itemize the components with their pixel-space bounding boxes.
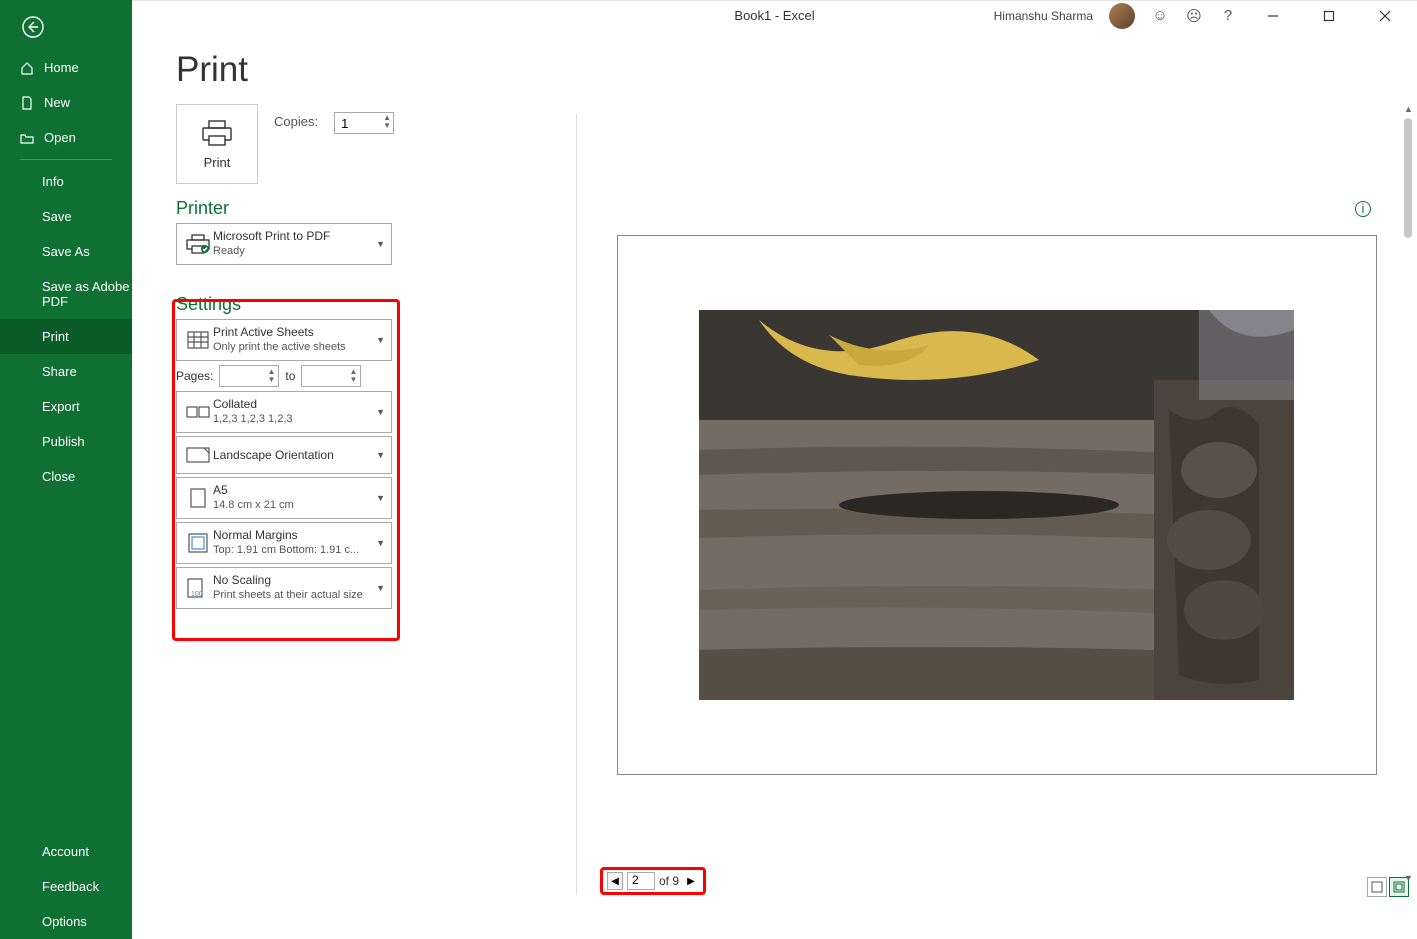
print-button-label: Print — [204, 155, 231, 170]
sidebar-label: Home — [44, 60, 79, 75]
sidebar-item-publish[interactable]: Publish — [0, 424, 132, 459]
pages-range: Pages: ▲▼ to ▲▼ — [176, 365, 392, 387]
sidebar-item-saveas[interactable]: Save As — [0, 234, 132, 269]
copies-label: Copies: — [274, 104, 318, 129]
sidebar-item-open[interactable]: Open — [0, 120, 132, 155]
sidebar-item-close[interactable]: Close — [0, 459, 132, 494]
next-page-button[interactable]: ▶ — [683, 872, 699, 890]
close-button[interactable] — [1365, 2, 1405, 30]
printer-select[interactable]: Microsoft Print to PDF Ready ▼ — [176, 223, 392, 265]
sidebar-item-options[interactable]: Options — [0, 904, 132, 939]
back-button[interactable] — [0, 0, 132, 50]
page-total: of 9 — [659, 874, 679, 888]
print-button[interactable]: Print — [176, 104, 258, 184]
copies-input[interactable]: 1 ▲▼ — [334, 112, 394, 134]
maximize-button[interactable] — [1309, 2, 1349, 30]
chevron-down-icon: ▼ — [376, 538, 385, 548]
landscape-icon — [183, 447, 213, 463]
settings-section-title: Settings — [176, 294, 241, 315]
sidebar-item-new[interactable]: New — [0, 85, 132, 120]
sidebar-item-save[interactable]: Save — [0, 199, 132, 234]
scaling-select[interactable]: 100 No ScalingPrint sheets at their actu… — [176, 567, 392, 609]
printer-name: Microsoft Print to PDF — [213, 229, 385, 244]
print-scope-select[interactable]: Print Active SheetsOnly print the active… — [176, 319, 392, 361]
sidebar-item-print[interactable]: Print — [0, 319, 132, 354]
pages-to-label: to — [285, 369, 295, 383]
margins-select[interactable]: Normal MarginsTop: 1.91 cm Bottom: 1.91 … — [176, 522, 392, 564]
scaling-icon: 100 — [183, 578, 213, 598]
printer-icon — [183, 233, 213, 255]
sidebar-item-export[interactable]: Export — [0, 389, 132, 424]
chevron-down-icon: ▼ — [376, 407, 385, 417]
sidebar-item-home[interactable]: Home — [0, 50, 132, 85]
smile-icon[interactable]: ☺ — [1151, 7, 1169, 25]
sidebar-item-feedback[interactable]: Feedback — [0, 869, 132, 904]
pages-label: Pages: — [176, 369, 213, 383]
chevron-down-icon: ▼ — [376, 583, 385, 593]
chevron-down-icon: ▼ — [376, 493, 385, 503]
frown-icon[interactable]: ☹ — [1185, 7, 1203, 25]
collate-select[interactable]: Collated1,2,3 1,2,3 1,2,3 ▼ — [176, 391, 392, 433]
show-margins-button[interactable] — [1367, 877, 1387, 897]
preview-page — [617, 235, 1377, 775]
prev-page-button[interactable]: ◀ — [607, 872, 623, 890]
sidebar-label: New — [44, 95, 70, 110]
sidebar-item-share[interactable]: Share — [0, 354, 132, 389]
paper-size-select[interactable]: A514.8 cm x 21 cm ▼ — [176, 477, 392, 519]
divider — [20, 159, 112, 160]
page-number-input[interactable]: 2 — [627, 872, 655, 890]
orientation-select[interactable]: Landscape Orientation ▼ — [176, 436, 392, 474]
svg-text:100: 100 — [191, 591, 203, 598]
preview-scrollbar[interactable]: ▲ ▼ — [1402, 118, 1414, 869]
pages-from-input[interactable]: ▲▼ — [219, 365, 279, 387]
avatar[interactable] — [1109, 3, 1135, 29]
sidebar-item-info[interactable]: Info — [0, 164, 132, 199]
sidebar-item-account[interactable]: Account — [0, 834, 132, 869]
margins-icon — [183, 533, 213, 553]
printer-section-title: Printer — [176, 198, 229, 219]
spinner-arrows[interactable]: ▲▼ — [383, 114, 391, 130]
help-icon[interactable]: ? — [1219, 7, 1237, 25]
chevron-down-icon: ▼ — [376, 450, 385, 460]
user-name: Himanshu Sharma — [994, 9, 1093, 23]
preview-image — [699, 310, 1294, 700]
collate-icon — [183, 405, 213, 419]
chevron-down-icon: ▼ — [376, 335, 385, 345]
minimize-button[interactable] — [1253, 2, 1293, 30]
pages-to-input[interactable]: ▲▼ — [301, 365, 361, 387]
printer-status: Ready — [213, 244, 385, 259]
backstage-sidebar: Home New Open Info Save Save As Save as … — [0, 0, 132, 939]
page-navigator: ◀ 2 of 9 ▶ — [600, 867, 706, 895]
print-preview — [576, 114, 1417, 895]
sidebar-label: Open — [44, 130, 76, 145]
page-title: Print — [132, 30, 1417, 104]
chevron-down-icon: ▼ — [376, 239, 385, 249]
sheets-icon — [183, 331, 213, 349]
sidebar-item-savepdf[interactable]: Save as Adobe PDF — [0, 269, 132, 319]
window-title: Book1 - Excel — [734, 8, 814, 23]
paper-icon — [183, 488, 213, 508]
